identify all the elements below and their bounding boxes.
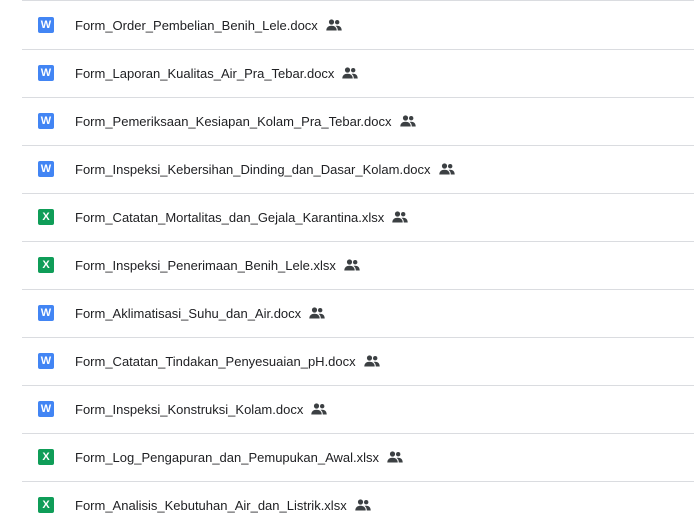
file-row[interactable]: X Form_Catatan_Mortalitas_dan_Gejala_Kara… bbox=[22, 193, 694, 241]
shared-people-icon bbox=[344, 259, 360, 271]
shared-people-icon bbox=[355, 499, 371, 511]
file-row[interactable]: W Form_Inspeksi_Konstruksi_Kolam.docx bbox=[22, 385, 694, 433]
shared-people-icon bbox=[363, 355, 380, 367]
excel-sheet-icon: X bbox=[38, 497, 54, 513]
file-name[interactable]: Form_Laporan_Kualitas_Air_Pra_Tebar.docx bbox=[75, 66, 334, 81]
word-doc-icon: W bbox=[38, 113, 54, 129]
shared-people-icon bbox=[342, 67, 359, 79]
shared-people-icon bbox=[387, 451, 403, 463]
shared-people-icon bbox=[326, 19, 342, 31]
file-row[interactable]: W Form_Catatan_Tindakan_Penyesuaian_pH.do… bbox=[22, 337, 694, 385]
file-row[interactable]: X Form_Log_Pengapuran_dan_Pemupukan_Awal.… bbox=[22, 433, 694, 481]
file-list: W Form_Order_Pembelian_Benih_Lele.docx W Fo… bbox=[0, 0, 694, 526]
file-row[interactable]: W Form_Aklimatisasi_Suhu_dan_Air.docx bbox=[22, 289, 694, 337]
file-name[interactable]: Form_Catatan_Mortalitas_dan_Gejala_Karan… bbox=[75, 210, 384, 225]
file-name[interactable]: Form_Pemeriksaan_Kesiapan_Kolam_Pra_Teba… bbox=[75, 114, 392, 129]
word-doc-icon: W bbox=[38, 353, 54, 369]
shared-people-icon bbox=[311, 403, 328, 415]
word-doc-icon: W bbox=[38, 65, 54, 81]
word-doc-icon: W bbox=[38, 161, 54, 177]
file-name[interactable]: Form_Inspeksi_Kebersihan_Dinding_dan_Das… bbox=[75, 162, 431, 177]
file-row[interactable]: X Form_Analisis_Kebutuhan_Air_dan_Listrik… bbox=[22, 481, 694, 529]
shared-people-icon bbox=[438, 163, 455, 175]
file-row[interactable]: W Form_Order_Pembelian_Benih_Lele.docx bbox=[22, 1, 694, 49]
excel-sheet-icon: X bbox=[38, 449, 54, 465]
file-row[interactable]: W Form_Laporan_Kualitas_Air_Pra_Tebar.doc… bbox=[22, 49, 694, 97]
file-row[interactable]: W Form_Inspeksi_Kebersihan_Dinding_dan_Da… bbox=[22, 145, 694, 193]
file-name[interactable]: Form_Aklimatisasi_Suhu_dan_Air.docx bbox=[75, 306, 301, 321]
file-name[interactable]: Form_Analisis_Kebutuhan_Air_dan_Listrik.… bbox=[75, 498, 347, 513]
file-name[interactable]: Form_Log_Pengapuran_dan_Pemupukan_Awal.x… bbox=[75, 450, 379, 465]
file-name[interactable]: Form_Inspeksi_Konstruksi_Kolam.docx bbox=[75, 402, 303, 417]
word-doc-icon: W bbox=[38, 305, 54, 321]
file-name[interactable]: Form_Order_Pembelian_Benih_Lele.docx bbox=[75, 18, 318, 33]
shared-people-icon bbox=[309, 307, 325, 319]
excel-sheet-icon: X bbox=[38, 209, 54, 225]
shared-people-icon bbox=[392, 211, 408, 223]
file-name[interactable]: Form_Inspeksi_Penerimaan_Benih_Lele.xlsx bbox=[75, 258, 336, 273]
excel-sheet-icon: X bbox=[38, 257, 54, 273]
word-doc-icon: W bbox=[38, 17, 54, 33]
file-name[interactable]: Form_Catatan_Tindakan_Penyesuaian_pH.doc… bbox=[75, 354, 356, 369]
file-row[interactable]: X Form_Inspeksi_Penerimaan_Benih_Lele.xls… bbox=[22, 241, 694, 289]
file-row[interactable]: W Form_Pemeriksaan_Kesiapan_Kolam_Pra_Teb… bbox=[22, 97, 694, 145]
shared-people-icon bbox=[399, 115, 416, 127]
word-doc-icon: W bbox=[38, 401, 54, 417]
